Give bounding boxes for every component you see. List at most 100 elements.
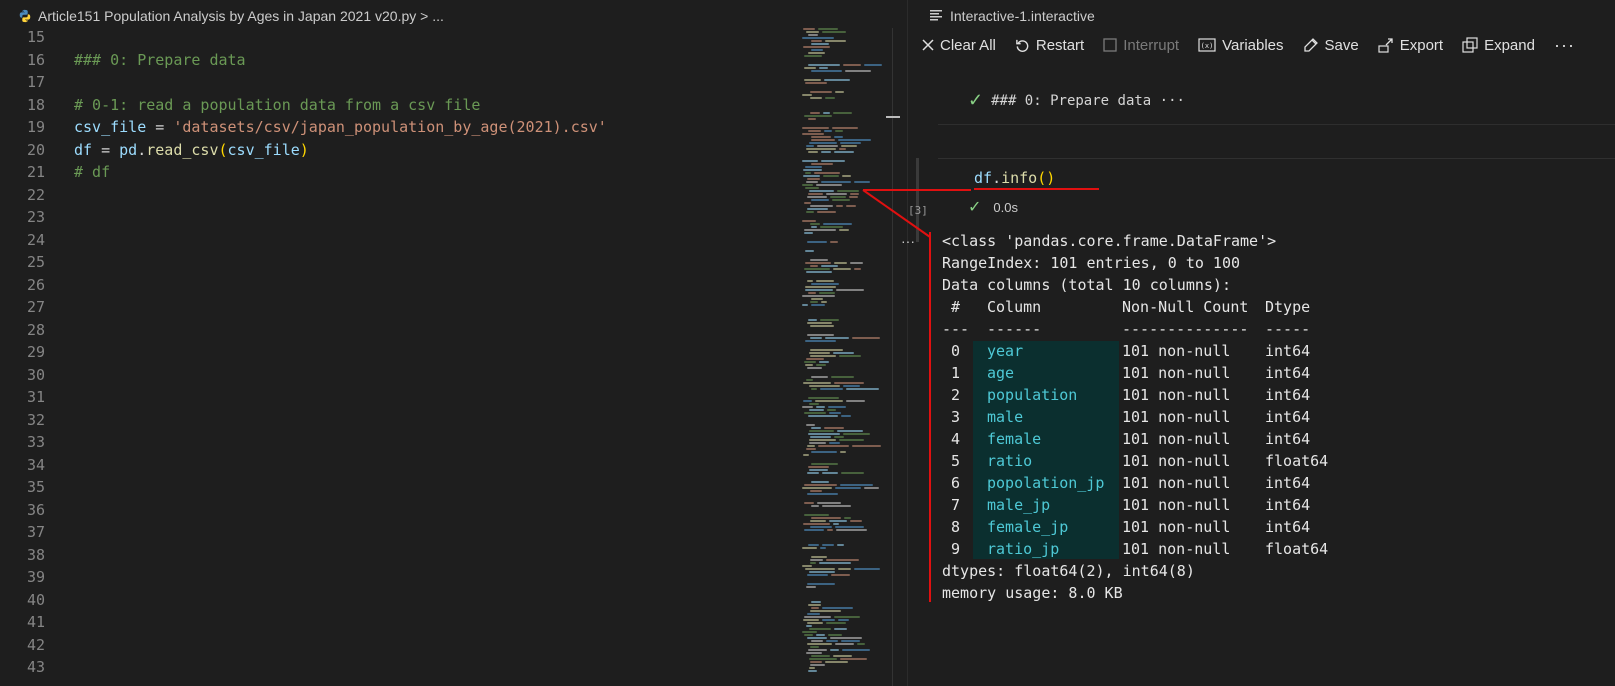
minimap-line xyxy=(807,445,815,447)
minimap-line xyxy=(827,409,836,411)
code-cell-input[interactable]: df.info() xyxy=(974,169,1055,187)
line-number: 18 xyxy=(26,95,45,114)
comment-token: ### 0: Prepare data xyxy=(74,50,246,69)
minimap-line xyxy=(811,226,817,228)
code-line[interactable]: 43 xyxy=(0,656,800,679)
code-line[interactable]: 40 xyxy=(0,589,800,612)
code-line[interactable]: 30 xyxy=(0,364,800,387)
restart-button[interactable]: Restart xyxy=(1015,37,1084,54)
variables-button[interactable]: (x) Variables xyxy=(1198,37,1284,54)
minimap-line xyxy=(805,289,833,291)
minimap-line xyxy=(830,637,862,639)
code-line[interactable]: 41 xyxy=(0,611,800,634)
line-number: 37 xyxy=(26,523,45,541)
markdown-cell[interactable]: ✓ ### 0: Prepare data ··· xyxy=(968,90,1185,111)
code-line[interactable]: 22 xyxy=(0,184,800,207)
interrupt-button[interactable]: Interrupt xyxy=(1103,37,1179,54)
minimap-line xyxy=(828,634,842,636)
code-line[interactable]: 28 xyxy=(0,319,800,342)
operator-token: . xyxy=(137,140,147,159)
header-column: Column xyxy=(987,298,1042,316)
export-button[interactable]: Export xyxy=(1378,37,1443,54)
clear-all-button[interactable]: Clear All xyxy=(922,37,996,54)
minimap-line xyxy=(834,628,847,630)
code-line[interactable]: 27 xyxy=(0,296,800,319)
code-line[interactable]: 35 xyxy=(0,476,800,499)
output-dash-row: --- ------ -------------- ----- xyxy=(942,318,1310,340)
minimap-line xyxy=(809,667,815,669)
more-actions-button[interactable]: ··· xyxy=(1554,35,1575,56)
minimap-line xyxy=(806,379,813,381)
row-column-name: female xyxy=(987,430,1042,448)
code-line[interactable]: 38 xyxy=(0,544,800,567)
minimap-line xyxy=(817,502,841,504)
code-line[interactable]: 18 # 0-1: read a population data from a c… xyxy=(0,94,800,117)
code-line[interactable]: 42 xyxy=(0,634,800,657)
expand-button[interactable]: Expand xyxy=(1462,37,1535,54)
minimap-line xyxy=(830,196,846,198)
code-editor[interactable]: 15 16 ### 0: Prepare data 17 18 # 0-1: read a… xyxy=(0,26,800,679)
code-line[interactable]: 25 xyxy=(0,251,800,274)
minimap-line xyxy=(814,172,840,174)
code-line[interactable]: 17 xyxy=(0,71,800,94)
code-line[interactable]: 34 xyxy=(0,454,800,477)
minimap-line xyxy=(825,40,846,42)
code-parens: () xyxy=(1037,169,1056,187)
minimap-line xyxy=(841,640,860,642)
minimap-line xyxy=(810,520,826,522)
code-line[interactable]: 37 xyxy=(0,521,800,544)
row-non-null-count: 101 non-null xyxy=(1122,408,1231,426)
restart-icon xyxy=(1015,38,1030,53)
save-icon xyxy=(1303,37,1319,53)
minimap-line xyxy=(824,79,850,81)
code-line[interactable]: 29 xyxy=(0,341,800,364)
code-line[interactable]: 33 xyxy=(0,431,800,454)
row-dtype: int64 xyxy=(1265,430,1311,448)
interactive-toolbar: Clear All Restart Interrupt (x) Variable… xyxy=(922,32,1594,58)
row-column-name: ratio xyxy=(987,452,1033,470)
minimap-line xyxy=(834,616,860,618)
minimap-line xyxy=(809,142,837,144)
restart-label: Restart xyxy=(1035,36,1085,54)
minimap[interactable] xyxy=(802,28,884,686)
code-line[interactable]: 15 xyxy=(0,26,800,49)
minimap-line xyxy=(831,574,850,576)
code-line[interactable]: 36 xyxy=(0,499,800,522)
minimap-line xyxy=(836,205,843,207)
code-line[interactable]: 16 ### 0: Prepare data xyxy=(0,49,800,72)
row-non-null-count: 101 non-null xyxy=(1122,386,1231,404)
editor-pane: Article151 Population Analysis by Ages i… xyxy=(0,0,907,686)
code-line[interactable]: 21 # df xyxy=(0,161,800,184)
minimap-line xyxy=(807,367,822,369)
code-line[interactable]: 20 df = pd.read_csv(csv_file) xyxy=(0,139,800,162)
minimap-line xyxy=(808,151,818,153)
row-dtype: int64 xyxy=(1265,474,1311,492)
editor-scrollbar-marker[interactable] xyxy=(886,116,900,118)
code-line[interactable]: 23 xyxy=(0,206,800,229)
code-line[interactable]: 26 xyxy=(0,274,800,297)
variable-token: csv_file xyxy=(227,140,300,159)
code-line[interactable]: 32 xyxy=(0,409,800,432)
row-column-name: male_jp xyxy=(987,496,1051,514)
minimap-line xyxy=(845,70,871,72)
code-line[interactable]: 24 xyxy=(0,229,800,252)
minimap-line xyxy=(843,64,861,66)
interactive-tab[interactable]: Interactive-1.interactive xyxy=(930,6,1095,26)
minimap-line xyxy=(816,634,825,636)
code-line[interactable]: 39 xyxy=(0,566,800,589)
minimap-line xyxy=(803,28,815,30)
minimap-line xyxy=(819,67,828,69)
line-number: 17 xyxy=(26,73,45,91)
breadcrumb-text[interactable]: Article151 Population Analysis by Ages i… xyxy=(38,8,444,24)
output-actions-button[interactable]: ··· xyxy=(901,233,915,249)
line-number: 32 xyxy=(26,410,45,429)
minimap-line xyxy=(806,211,814,213)
row-non-null-count: 101 non-null xyxy=(1122,540,1231,558)
minimap-line xyxy=(821,160,845,162)
minimap-line xyxy=(841,415,851,417)
save-button[interactable]: Save xyxy=(1303,37,1359,54)
code-line[interactable]: 31 xyxy=(0,386,800,409)
minimap-line xyxy=(804,79,821,81)
code-line[interactable]: 19 csv_file = 'datasets/csv/japan_populat… xyxy=(0,116,800,139)
minimap-line xyxy=(803,382,831,384)
